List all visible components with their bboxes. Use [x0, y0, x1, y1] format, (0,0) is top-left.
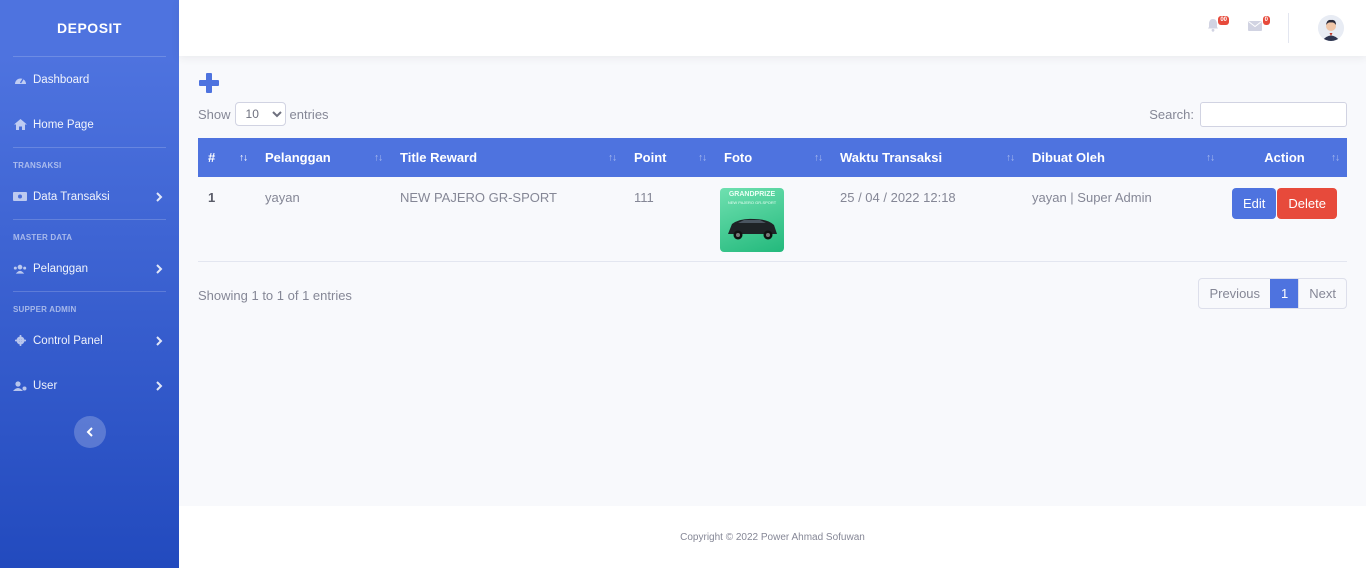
user-avatar[interactable] — [1318, 15, 1344, 41]
sort-asc-icon: ↑↓ — [239, 152, 248, 163]
sidebar-item-dashboard[interactable]: Dashboard — [0, 57, 179, 102]
chevron-right-icon — [156, 263, 163, 274]
column-header-dibuat-oleh[interactable]: Dibuat Oleh ↑↓ — [1022, 138, 1222, 177]
column-header-title-reward[interactable]: Title Reward ↑↓ — [390, 138, 624, 177]
sort-icon: ↑↓ — [608, 152, 617, 163]
delete-button[interactable]: Delete — [1277, 188, 1337, 219]
tachometer-icon — [13, 75, 27, 85]
column-header-no[interactable]: # ↑↓ — [198, 138, 255, 177]
bell-icon — [1208, 19, 1218, 32]
sort-icon: ↑↓ — [1331, 152, 1340, 163]
table-info: Showing 1 to 1 of 1 entries — [198, 287, 352, 303]
page-footer: Copyright © 2022 Power Ahmad Sofuwan — [179, 506, 1366, 568]
cell-foto: GRANDPRIZE NEW PAJERO GR-SPORT — [714, 177, 830, 262]
edit-button[interactable]: Edit — [1232, 188, 1277, 219]
sidebar-toggle-button[interactable] — [73, 416, 106, 448]
cell-point: 111 — [624, 177, 714, 262]
sidebar-heading-supper-admin: SUPPER ADMIN — [13, 305, 77, 314]
sidebar-heading-transaksi: TRANSAKSI — [13, 161, 62, 170]
plus-icon — [199, 73, 219, 93]
sidebar-item-home[interactable]: Home Page — [0, 102, 179, 147]
sort-icon: ↑↓ — [698, 152, 707, 163]
search-input[interactable] — [1200, 101, 1347, 127]
money-bill-icon — [13, 192, 27, 202]
transactions-table: # ↑↓ Pelanggan ↑↓ Title Reward ↑↓ Point ↑↓ F… — [198, 138, 1347, 262]
copyright-text: Copyright © 2022 Power Ahmad Sofuwan — [680, 531, 865, 543]
page-size-control: Show 10 entries — [198, 102, 329, 126]
user-cog-icon — [13, 380, 27, 391]
main-content: Show 10 entries Search: # ↑↓ Pelanggan ↑↓ … — [198, 72, 1347, 309]
sort-icon: ↑↓ — [1006, 152, 1015, 163]
gear-icon — [13, 335, 27, 346]
sidebar-item-control-panel[interactable]: Control Panel — [0, 318, 179, 363]
cell-action: Edit Delete — [1222, 177, 1347, 262]
car-image — [728, 218, 777, 240]
chevron-right-icon — [156, 380, 163, 391]
sidebar-item-label: Data Transaksi — [33, 190, 110, 203]
sidebar-item-user[interactable]: User — [0, 363, 179, 408]
table-footer: Showing 1 to 1 of 1 entries Previous 1 N… — [198, 277, 1347, 309]
pagination: Previous 1 Next — [1198, 277, 1347, 309]
cell-waktu-transaksi: 25 / 04 / 2022 12:18 — [830, 177, 1022, 262]
sidebar-item-label: Dashboard — [33, 73, 90, 86]
alerts-button[interactable]: 00 — [1207, 16, 1229, 34]
sidebar-item-label: Home Page — [33, 118, 94, 131]
entries-label: entries — [289, 106, 329, 122]
table-controls: Show 10 entries Search: — [198, 101, 1347, 127]
avatar-icon — [1318, 15, 1344, 41]
reward-photo[interactable]: GRANDPRIZE NEW PAJERO GR-SPORT — [720, 188, 784, 252]
messages-button[interactable]: 0 — [1248, 16, 1270, 34]
cell-no: 1 — [198, 177, 255, 262]
sort-icon: ↑↓ — [1206, 152, 1215, 163]
home-icon — [13, 119, 27, 130]
sidebar-item-label: User — [33, 379, 58, 392]
cell-pelanggan: yayan — [255, 177, 390, 262]
sidebar: DEPOSIT Dashboard Home Page TRANSAKSI Da… — [0, 0, 179, 568]
column-header-pelanggan[interactable]: Pelanggan ↑↓ — [255, 138, 390, 177]
topbar-divider — [1288, 13, 1289, 43]
sidebar-item-label: Pelanggan — [33, 262, 88, 275]
sidebar-brand[interactable]: DEPOSIT — [0, 0, 179, 56]
cell-dibuat-oleh: yayan | Super Admin — [1022, 177, 1222, 262]
table-row: 1 yayan NEW PAJERO GR-SPORT 111 GRANDPRI… — [198, 177, 1347, 262]
sidebar-item-pelanggan[interactable]: Pelanggan — [0, 246, 179, 291]
topbar: 00 0 — [179, 0, 1366, 56]
sort-icon: ↑↓ — [814, 152, 823, 163]
sidebar-item-label: Control Panel — [33, 334, 103, 347]
pagination-previous[interactable]: Previous — [1199, 279, 1270, 308]
users-icon — [13, 264, 27, 274]
sort-icon: ↑↓ — [374, 152, 383, 163]
alerts-badge: 00 — [1218, 16, 1229, 25]
sidebar-item-data-transaksi[interactable]: Data Transaksi — [0, 174, 179, 219]
column-header-waktu-transaksi[interactable]: Waktu Transaksi ↑↓ — [830, 138, 1022, 177]
column-header-point[interactable]: Point ↑↓ — [624, 138, 714, 177]
pagination-next[interactable]: Next — [1299, 279, 1346, 308]
messages-badge: 0 — [1262, 16, 1270, 25]
column-header-action[interactable]: Action ↑↓ — [1222, 138, 1347, 177]
show-label: Show — [198, 106, 231, 122]
page-size-select[interactable]: 10 — [234, 102, 286, 126]
search-control: Search: — [1149, 101, 1347, 127]
add-button[interactable] — [198, 72, 220, 94]
sidebar-heading-master-data: MASTER DATA — [13, 233, 73, 242]
chevron-left-icon — [86, 427, 93, 437]
pagination-page-1[interactable]: 1 — [1270, 278, 1300, 308]
table-header-row: # ↑↓ Pelanggan ↑↓ Title Reward ↑↓ Point ↑↓ F… — [198, 138, 1347, 177]
envelope-icon — [1248, 21, 1262, 31]
search-label: Search: — [1149, 106, 1194, 122]
chevron-right-icon — [156, 335, 163, 346]
cell-title-reward: NEW PAJERO GR-SPORT — [390, 177, 624, 262]
chevron-right-icon — [156, 191, 163, 202]
column-header-foto[interactable]: Foto ↑↓ — [714, 138, 830, 177]
